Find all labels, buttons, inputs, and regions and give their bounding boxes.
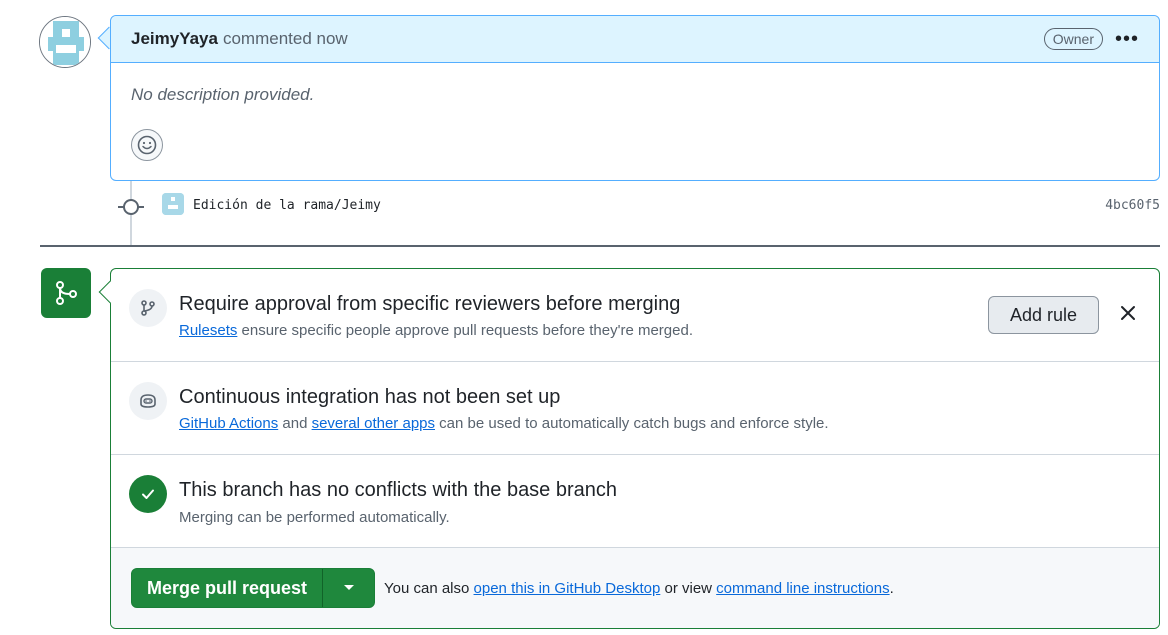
- footer-pre-text: You can also: [384, 580, 474, 597]
- footer-mid-text: or view: [660, 580, 717, 597]
- merge-alternatives-text: You can also open this in GitHub Desktop…: [384, 580, 894, 597]
- other-apps-link[interactable]: several other apps: [312, 415, 435, 432]
- timeline-divider: [40, 245, 1160, 247]
- branch-icon-wrap: [129, 289, 167, 327]
- commit-sha-link[interactable]: 4bc60f5: [1105, 198, 1160, 213]
- identicon-icon: [40, 17, 90, 67]
- identicon-icon: [162, 193, 184, 215]
- ci-status: Continuous integration has not been set …: [111, 362, 1159, 455]
- conflict-status: This branch has no conflicts with the ba…: [111, 455, 1159, 548]
- ci-icon-wrap: [129, 382, 167, 420]
- merge-status-icon: [41, 268, 91, 318]
- check-icon: [142, 489, 154, 499]
- ruleset-subtitle: Rulesets ensure specific people approve …: [179, 322, 693, 339]
- rulesets-link[interactable]: Rulesets: [179, 322, 237, 339]
- merge-method-dropdown[interactable]: [323, 569, 374, 607]
- owner-badge: Owner: [1043, 28, 1103, 50]
- github-desktop-link[interactable]: open this in GitHub Desktop: [474, 580, 661, 597]
- cli-instructions-link[interactable]: command line instructions: [716, 580, 889, 597]
- git-branch-icon: [141, 300, 155, 316]
- merge-pull-request-button[interactable]: Merge pull request: [132, 569, 323, 607]
- close-icon[interactable]: [1119, 304, 1137, 322]
- comment-timestamp: commented now: [222, 29, 348, 48]
- conflict-subtitle: Merging can be performed automatically.: [179, 509, 450, 526]
- triangle-down-icon: [343, 585, 354, 590]
- smiley-icon: [137, 135, 157, 155]
- footer-post-text: .: [889, 580, 894, 597]
- commit-message-link[interactable]: Edición de la rama/Jeimy: [193, 198, 381, 213]
- ruleset-sub-text: ensure specific people approve pull requ…: [237, 322, 693, 339]
- check-icon-wrap: [129, 475, 167, 513]
- merge-footer: Merge pull request You can also open thi…: [111, 548, 1159, 628]
- ruleset-suggestion: Require approval from specific reviewers…: [111, 269, 1159, 362]
- author-avatar[interactable]: [39, 16, 91, 68]
- ci-subtitle: GitHub Actions and several other apps ca…: [179, 415, 829, 432]
- kebab-menu-icon[interactable]: •••: [1115, 29, 1139, 49]
- commit-dot-icon: [123, 199, 139, 215]
- conflict-title: This branch has no conflicts with the ba…: [179, 479, 618, 501]
- comment-header: JeimyYaya commented now Owner •••: [111, 16, 1159, 63]
- copilot-icon: [140, 394, 156, 408]
- ruleset-title: Require approval from specific reviewers…: [179, 293, 681, 315]
- git-merge-icon: [56, 281, 77, 305]
- add-rule-button[interactable]: Add rule: [988, 296, 1099, 334]
- ci-tail-text: can be used to automatically catch bugs …: [435, 415, 829, 432]
- comment-body: No description provided.: [131, 85, 315, 104]
- ci-title: Continuous integration has not been set …: [179, 386, 561, 408]
- github-actions-link[interactable]: GitHub Actions: [179, 415, 278, 432]
- commit-author-avatar[interactable]: [162, 193, 184, 215]
- comment-author-link[interactable]: JeimyYaya: [131, 29, 218, 49]
- ci-mid-text: and: [278, 415, 312, 432]
- comment-box: JeimyYaya commented now Owner ••• No des…: [110, 15, 1160, 181]
- merge-button-group: Merge pull request: [131, 568, 375, 608]
- add-reaction-button[interactable]: [131, 129, 163, 161]
- merge-box: Require approval from specific reviewers…: [110, 268, 1160, 629]
